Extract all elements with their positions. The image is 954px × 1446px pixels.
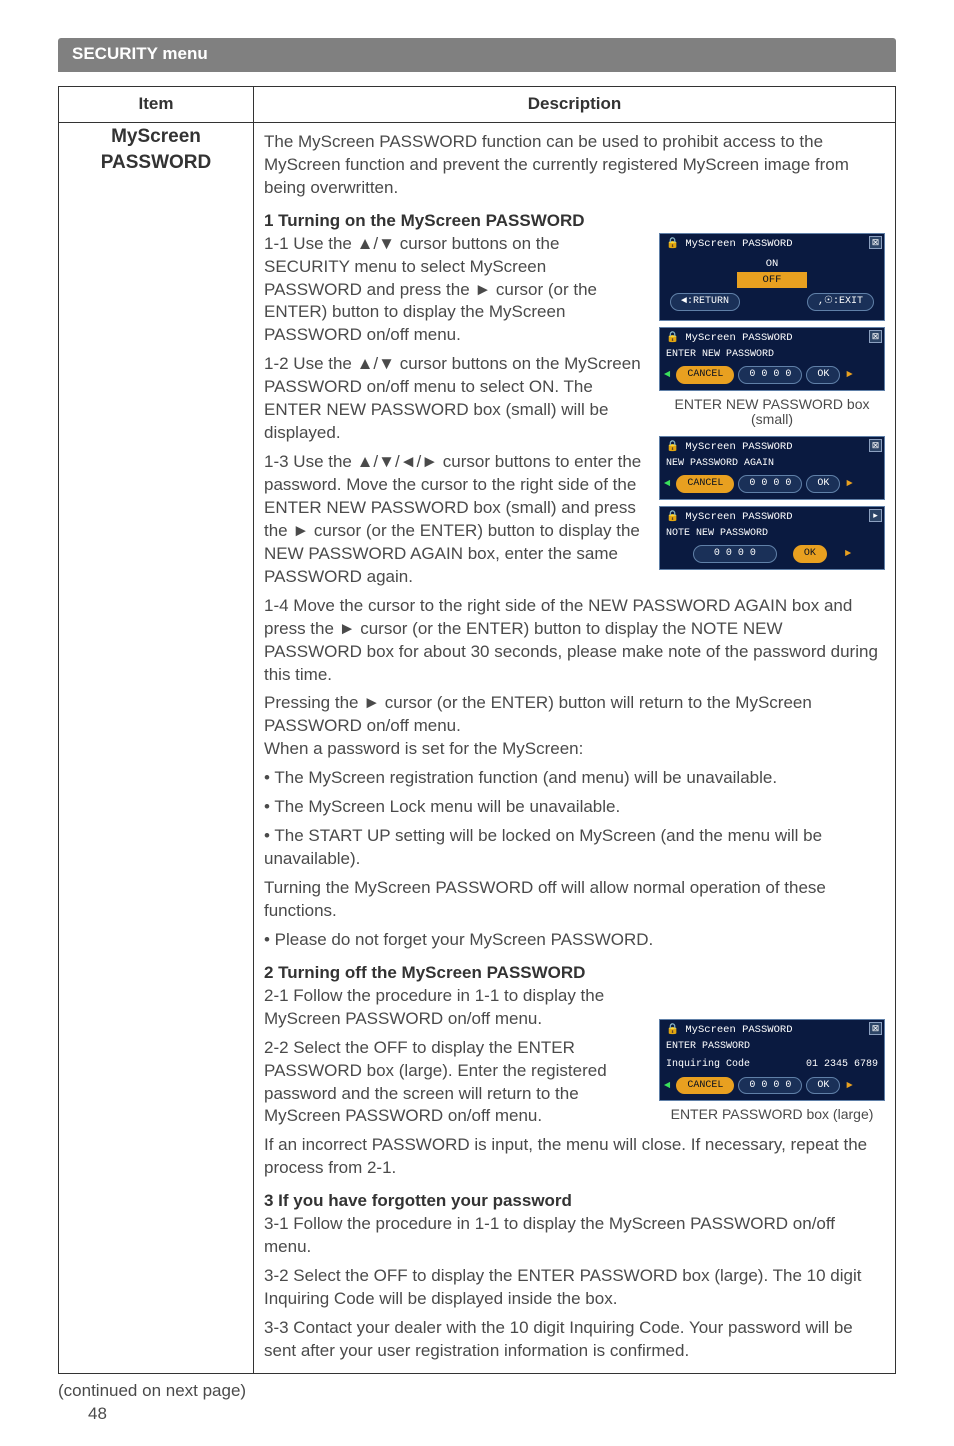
s2-tail: If an incorrect PASSWORD is input, the m… xyxy=(264,1134,885,1180)
digits-pill: 0 0 0 0 xyxy=(738,1077,802,1095)
dialog5-label: ENTER PASSWORD xyxy=(660,1038,884,1057)
lock-icon: 🔒 xyxy=(666,511,685,523)
ok-pill: OK xyxy=(806,475,840,493)
digits-pill: 0 0 0 0 xyxy=(738,366,802,384)
section1-heading: 1 Turning on the MyScreen PASSWORD xyxy=(264,210,885,233)
digits-pill: 0 0 0 0 xyxy=(738,475,802,493)
dialog1-title-text: MyScreen PASSWORD xyxy=(685,238,792,250)
dialog3-label: NEW PASSWORD AGAIN xyxy=(660,455,884,474)
description-cell: The MyScreen PASSWORD function can be us… xyxy=(254,122,896,1373)
play-icon: ▸ xyxy=(869,509,882,522)
inquiring-code-value: 01 2345 6789 xyxy=(806,1058,878,1072)
dialog5-caption: ENTER PASSWORD box (large) xyxy=(659,1107,885,1122)
exit-pill: ,☉:EXIT xyxy=(807,293,874,311)
content-table: Item Description MyScreen PASSWORD The M… xyxy=(58,86,896,1374)
arrow-right-icon: ► xyxy=(846,1079,852,1093)
s1-notes-intro: When a password is set for the MyScreen: xyxy=(264,738,885,761)
cancel-pill: CANCEL xyxy=(676,366,734,384)
ok-pill: OK xyxy=(806,1077,840,1095)
col-desc-header: Description xyxy=(254,86,896,122)
dialog2-caption: ENTER NEW PASSWORD box (small) xyxy=(659,397,885,428)
s1-note5: • Please do not forget your MyScreen PAS… xyxy=(264,929,885,952)
dialog-stack-2: ⊠ 🔒 MyScreen PASSWORD ENTER PASSWORD Inq… xyxy=(659,1019,885,1131)
option-off: OFF xyxy=(737,272,808,288)
intro-text: The MyScreen PASSWORD function can be us… xyxy=(264,131,885,200)
s1-step4b: Pressing the ► cursor (or the ENTER) but… xyxy=(264,692,885,738)
item-name-line1: MyScreen xyxy=(111,126,201,147)
arrow-right-icon: ► xyxy=(845,547,851,561)
lock-icon: 🔒 xyxy=(666,332,685,344)
col-item-header: Item xyxy=(59,86,254,122)
arrow-left-icon: ◄ xyxy=(664,1079,670,1093)
dialog-note-new-password: ▸ 🔒 MyScreen PASSWORD NOTE NEW PASSWORD … xyxy=(659,506,885,570)
section2-heading: 2 Turning off the MyScreen PASSWORD xyxy=(264,962,885,985)
menu-banner: SECURITY menu xyxy=(58,38,896,72)
lock-icon: 🔒 xyxy=(666,1024,685,1036)
s1-note3: • The START UP setting will be locked on… xyxy=(264,825,885,871)
cancel-pill: CANCEL xyxy=(676,1077,734,1095)
close-icon: ⊠ xyxy=(869,236,882,249)
arrow-right-icon: ► xyxy=(846,477,852,491)
option-on: ON xyxy=(740,256,805,272)
digits-pill: 0 0 0 0 xyxy=(693,545,777,563)
dialog1-title: 🔒 xyxy=(666,238,685,250)
dialog-new-password-again: ⊠ 🔒 MyScreen PASSWORD NEW PASSWORD AGAIN… xyxy=(659,436,885,500)
dialog4-label: NOTE NEW PASSWORD xyxy=(660,525,884,544)
arrow-left-icon: ◄ xyxy=(664,477,670,491)
dialog-enter-password-large: ⊠ 🔒 MyScreen PASSWORD ENTER PASSWORD Inq… xyxy=(659,1019,885,1102)
page-number: 48 xyxy=(88,1403,896,1426)
lock-icon: 🔒 xyxy=(666,441,685,453)
s1-note1: • The MyScreen registration function (an… xyxy=(264,767,885,790)
dialog2-title-text: MyScreen PASSWORD xyxy=(685,332,792,344)
cancel-pill: CANCEL xyxy=(676,475,734,493)
ok-pill: OK xyxy=(806,366,840,384)
s3-step1: 3-1 Follow the procedure in 1-1 to displ… xyxy=(264,1213,885,1259)
close-icon: ⊠ xyxy=(869,1022,882,1035)
return-pill: ◄:RETURN xyxy=(670,293,740,311)
s1-step4: 1-4 Move the cursor to the right side of… xyxy=(264,595,885,687)
dialog4-title-text: MyScreen PASSWORD xyxy=(685,511,792,523)
s1-note2: • The MyScreen Lock menu will be unavail… xyxy=(264,796,885,819)
close-icon: ⊠ xyxy=(869,330,882,343)
dialog-enter-new-password: ⊠ 🔒 MyScreen PASSWORD ENTER NEW PASSWORD… xyxy=(659,327,885,391)
s1-note4: Turning the MyScreen PASSWORD off will a… xyxy=(264,877,885,923)
ok-pill: OK xyxy=(793,545,827,563)
close-icon: ⊠ xyxy=(869,439,882,452)
arrow-right-icon: ► xyxy=(846,368,852,382)
arrow-left-icon: ◄ xyxy=(664,368,670,382)
dialog5-title-text: MyScreen PASSWORD xyxy=(685,1024,792,1036)
dialog2-label: ENTER NEW PASSWORD xyxy=(660,346,884,365)
dialog-myscreen-onoff: ⊠ 🔒 MyScreen PASSWORD ON OFF ◄:RETURN xyxy=(659,233,885,321)
inquiring-code-label: Inquiring Code xyxy=(666,1058,750,1072)
section3-heading: 3 If you have forgotten your password xyxy=(264,1190,885,1213)
dialog3-title-text: MyScreen PASSWORD xyxy=(685,441,792,453)
s3-step2: 3-2 Select the OFF to display the ENTER … xyxy=(264,1265,885,1311)
continued-text: (continued on next page) xyxy=(58,1380,896,1403)
dialog-stack-1: ⊠ 🔒 MyScreen PASSWORD ON OFF ◄:RETURN xyxy=(659,233,885,576)
item-name-line2: PASSWORD xyxy=(101,152,211,173)
item-cell: MyScreen PASSWORD xyxy=(59,122,254,1373)
s3-step3: 3-3 Contact your dealer with the 10 digi… xyxy=(264,1317,885,1363)
